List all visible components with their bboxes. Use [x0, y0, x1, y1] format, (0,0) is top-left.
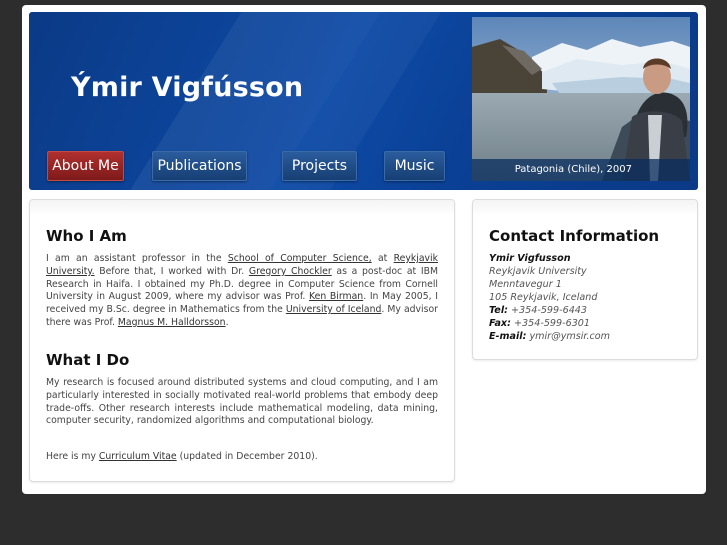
site-title: Ýmir Vigfússon [71, 72, 304, 103]
nav-projects[interactable]: Projects [282, 151, 357, 181]
email-address[interactable]: ymir@ymsir.com [529, 331, 610, 342]
school-of-cs-link[interactable]: School of Computer Science, [228, 253, 372, 264]
nav-publications[interactable]: Publications [152, 151, 247, 181]
page-container: Ýmir Vigfússon About Me Publications Pro… [22, 5, 706, 494]
main-content-panel: Who I Am I am an assistant professor in … [29, 199, 455, 482]
cv-line: Here is my Curriculum Vitae (updated in … [46, 451, 318, 462]
university-of-iceland-link[interactable]: University of Iceland [286, 304, 382, 315]
header-banner: Ýmir Vigfússon About Me Publications Pro… [29, 12, 698, 190]
glacier-landscape-image [472, 17, 690, 181]
profile-photo: Patagonia (Chile), 2007 [472, 17, 690, 181]
contact-name: Ymir Vigfusson [489, 253, 571, 264]
contact-panel: Contact Information Ymir Vigfusson Reykj… [472, 199, 698, 360]
contact-heading: Contact Information [489, 227, 660, 245]
who-i-am-text: I am an assistant professor in the Schoo… [46, 253, 439, 328]
contact-fax: Fax: +354-599-6301 [489, 318, 591, 329]
what-i-do-text: My research is focused around distribute… [46, 377, 438, 427]
contact-org: Reykjavik University [489, 266, 587, 277]
contact-tel: Tel: +354-599-6443 [489, 305, 588, 316]
magnus-halldorsson-link[interactable]: Magnus M. Halldorsson [118, 317, 226, 328]
what-i-do-heading: What I Do [46, 351, 130, 369]
panel-topbar [30, 200, 454, 216]
panel-topbar [473, 200, 697, 216]
curriculum-vitae-link[interactable]: Curriculum Vitae [99, 451, 177, 462]
nav-music[interactable]: Music [384, 151, 445, 181]
who-i-am-heading: Who I Am [46, 227, 127, 245]
contact-city: 105 Reykjavik, Iceland [489, 292, 598, 303]
gregory-chockler-link[interactable]: Gregory Chockler [249, 266, 332, 277]
nav-about-me[interactable]: About Me [47, 151, 124, 181]
contact-email: E-mail: ymir@ymsir.com [489, 331, 611, 342]
ken-birman-link[interactable]: Ken Birman [309, 291, 363, 302]
photo-caption: Patagonia (Chile), 2007 [472, 159, 690, 181]
contact-street: Menntavegur 1 [489, 279, 562, 290]
